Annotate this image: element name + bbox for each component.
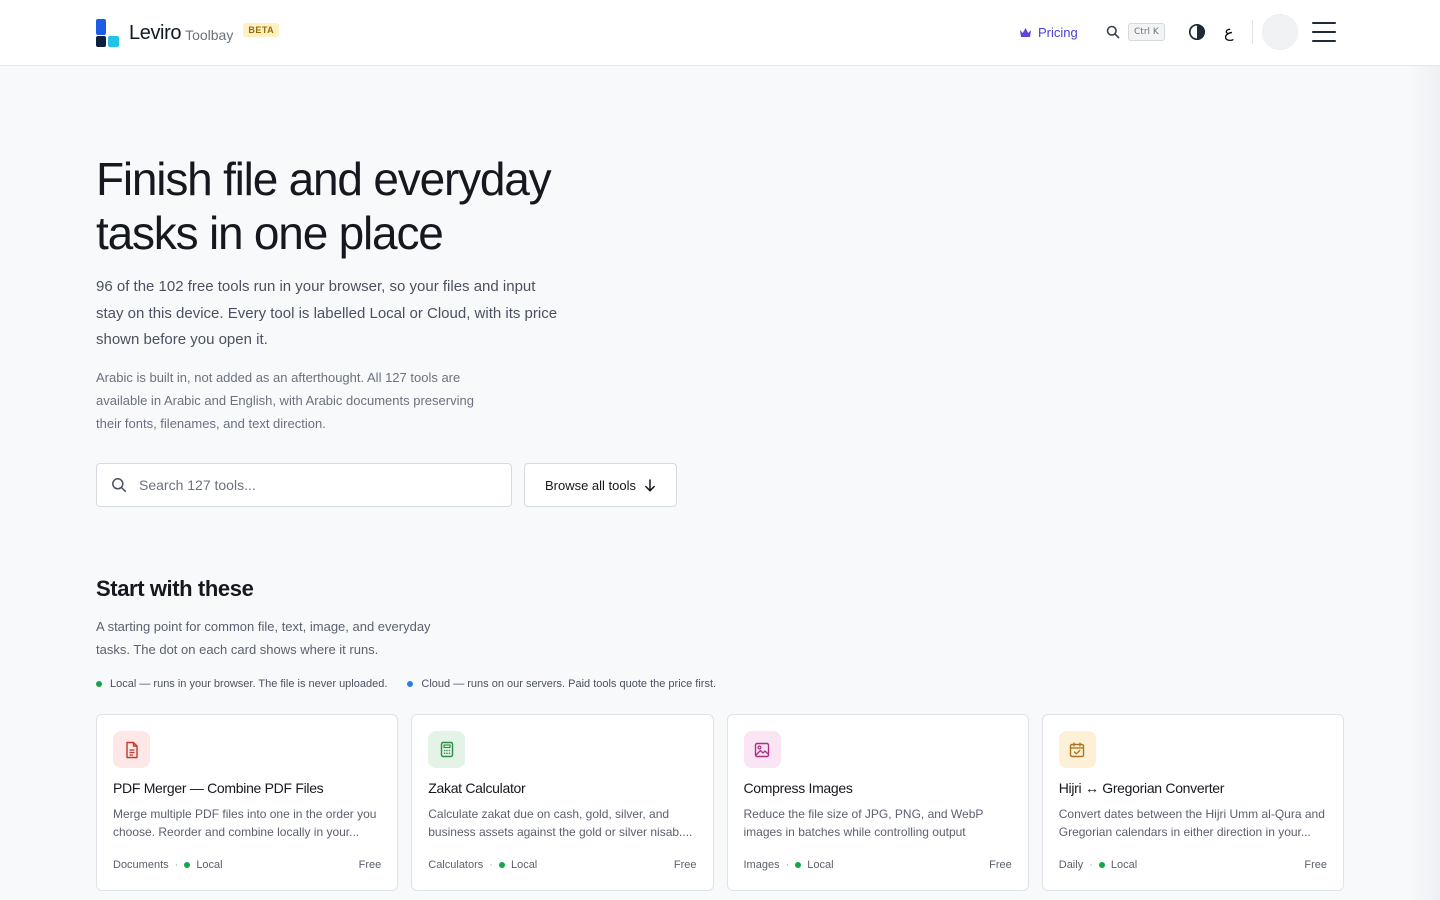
local-dot-icon xyxy=(184,862,191,868)
beta-badge: BETA xyxy=(243,23,280,37)
tool-card-pdf-merger[interactable]: PDF Merger — Combine PDF Files Merge mul… xyxy=(96,714,399,891)
header-divider xyxy=(1252,20,1253,44)
runtime-legend: Local — runs in your browser. The file i… xyxy=(96,678,716,690)
card-footer: Calculators · Local Free xyxy=(428,859,697,871)
page-title: Finish file and everyday tasks in one pl… xyxy=(96,152,616,260)
card-runs: Local xyxy=(510,859,538,871)
local-dot-icon xyxy=(498,862,505,868)
card-footer: Documents · Local Free xyxy=(113,859,382,871)
hero-lead: 96 of the 102 free tools run in your bro… xyxy=(96,278,558,348)
card-title: Zakat Calculator xyxy=(428,780,526,796)
search-shortcut-badge: Ctrl K xyxy=(1128,23,1165,41)
arrow-down-icon xyxy=(645,478,655,491)
crown-icon xyxy=(1020,27,1031,37)
cloud-dot-icon xyxy=(407,681,414,687)
top-header: Leviro Toolbay BETA Pricing Ctrl K ع xyxy=(0,0,1440,66)
tool-card-compress-images[interactable]: Compress Images Reduce the file size of … xyxy=(726,714,1029,891)
card-footer: Images · Local Free xyxy=(743,859,1012,871)
pricing-label: Pricing xyxy=(1038,24,1078,40)
legend-local: Local — runs in your browser. The file i… xyxy=(96,678,387,690)
tool-card-zakat-calculator[interactable]: Zakat Calculator Calculate zakat due on … xyxy=(411,714,714,891)
brand-sub: Toolbay xyxy=(185,27,234,43)
card-price: Free xyxy=(989,859,1012,871)
menu-button[interactable] xyxy=(1312,22,1336,42)
search-button[interactable]: Ctrl K xyxy=(1106,21,1165,43)
avatar[interactable] xyxy=(1262,14,1298,50)
language-toggle-button[interactable]: ع xyxy=(1224,22,1234,42)
page-title-line2: tasks in one place xyxy=(96,207,444,259)
card-category: Daily xyxy=(1058,859,1084,871)
card-title: Compress Images xyxy=(743,780,853,796)
local-dot-icon xyxy=(96,681,102,687)
card-category: Images xyxy=(743,859,780,871)
tool-card-hijri-converter[interactable]: Hijri ↔ Gregorian Converter Convert date… xyxy=(1041,714,1344,891)
search-input[interactable] xyxy=(139,477,479,493)
brand-logo[interactable]: Leviro Toolbay BETA xyxy=(96,18,280,48)
local-dot-icon xyxy=(1098,862,1105,868)
search-field[interactable] xyxy=(96,463,512,507)
card-desc: Merge multiple PDF files into one in the… xyxy=(113,807,377,839)
card-title: PDF Merger — Combine PDF Files xyxy=(113,780,324,796)
search-icon xyxy=(1106,25,1120,39)
card-desc: Reduce the file size of JPG, PNG, and We… xyxy=(743,807,984,839)
brand-name: Leviro xyxy=(129,21,182,44)
calendar-icon xyxy=(1058,731,1096,768)
tool-cards: PDF Merger — Combine PDF Files Merge mul… xyxy=(96,714,1344,891)
card-runs: Local xyxy=(807,859,834,871)
calculator-icon xyxy=(428,731,466,768)
pricing-link[interactable]: Pricing xyxy=(1019,22,1078,42)
page-title-line1: Finish file and everyday xyxy=(96,153,552,205)
card-price: Free xyxy=(1304,859,1327,871)
local-dot-icon xyxy=(795,862,802,868)
card-title: Hijri ↔ Gregorian Converter xyxy=(1058,780,1225,796)
logo-mark-icon xyxy=(96,19,120,47)
section-desc: A starting point for common file, text, … xyxy=(96,619,431,657)
hero-arabic-note: Arabic is built in, not added as an afte… xyxy=(96,370,474,431)
search-icon xyxy=(112,478,127,493)
card-runs: Local xyxy=(1110,859,1138,871)
browse-all-tools-label: Browse all tools xyxy=(544,477,637,493)
legend-cloud-label: Cloud — runs on our servers. Paid tools … xyxy=(421,678,717,690)
image-icon xyxy=(743,731,781,768)
section-title: Start with these xyxy=(96,576,254,601)
legend-cloud: Cloud — runs on our servers. Paid tools … xyxy=(407,678,716,690)
theme-toggle-button[interactable] xyxy=(1188,23,1206,41)
contrast-icon xyxy=(1188,23,1206,41)
card-runs: Local xyxy=(196,859,223,871)
document-icon xyxy=(113,731,150,768)
hamburger-icon xyxy=(1312,22,1336,24)
card-price: Free xyxy=(358,859,382,871)
card-price: Free xyxy=(673,859,697,871)
card-category: Calculators xyxy=(428,859,484,871)
legend-local-label: Local — runs in your browser. The file i… xyxy=(110,678,388,690)
card-category: Documents xyxy=(113,859,169,871)
scroll-edge-shadow xyxy=(1408,66,1440,900)
card-footer: Daily · Local Free xyxy=(1058,859,1327,871)
card-desc: Calculate zakat due on cash, gold, silve… xyxy=(428,807,693,839)
card-desc: Convert dates between the Hijri Umm al-Q… xyxy=(1058,807,1325,839)
browse-all-tools-button[interactable]: Browse all tools xyxy=(524,463,677,507)
